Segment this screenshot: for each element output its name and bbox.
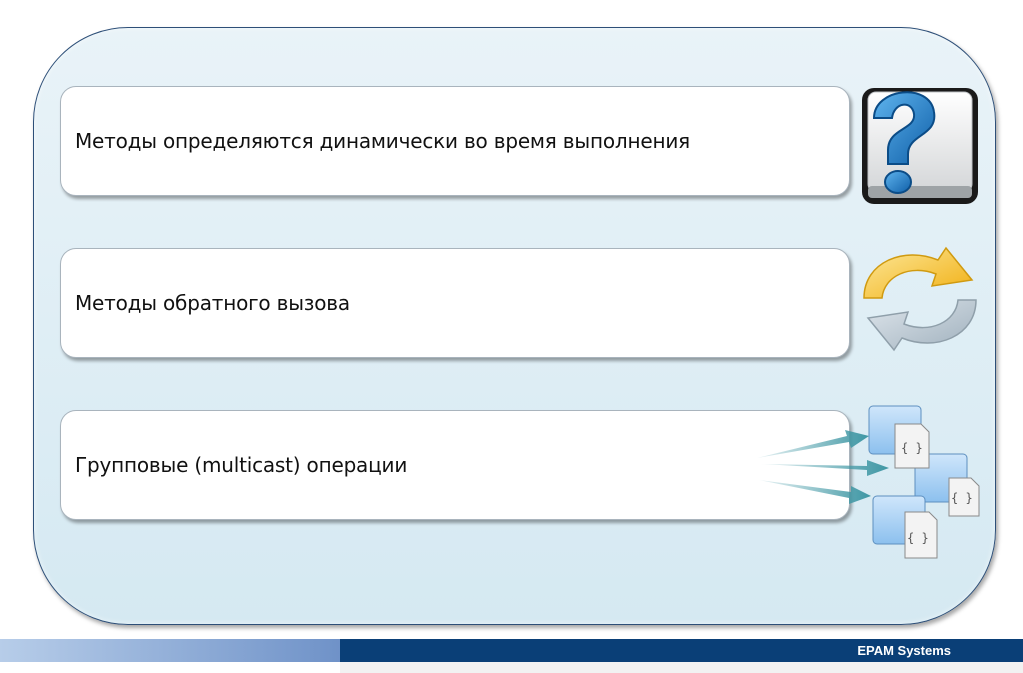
svg-text:{ }: { } [951,491,973,505]
item-card-multicast: Групповые (multicast) операции [60,410,850,520]
company-name: EPAM Systems [857,643,951,658]
item-text: Методы определяются динамически во время… [75,129,690,153]
refresh-arrows-icon [863,246,977,352]
footer-bar: EPAM Systems [340,639,1023,662]
item-text: Методы обратного вызова [75,291,350,315]
footer-bar-left [0,639,340,662]
svg-text:{ }: { } [901,441,923,455]
multicast-code-icon: { } { } { } [757,405,980,559]
item-text: Групповые (multicast) операции [75,453,408,477]
item-card-callback-methods: Методы обратного вызова [60,248,850,358]
footer-shadow [340,662,1023,673]
item-card-dynamic-methods: Методы определяются динамически во время… [60,86,850,196]
svg-text:{ }: { } [907,531,929,545]
question-mark-icon [862,88,978,204]
